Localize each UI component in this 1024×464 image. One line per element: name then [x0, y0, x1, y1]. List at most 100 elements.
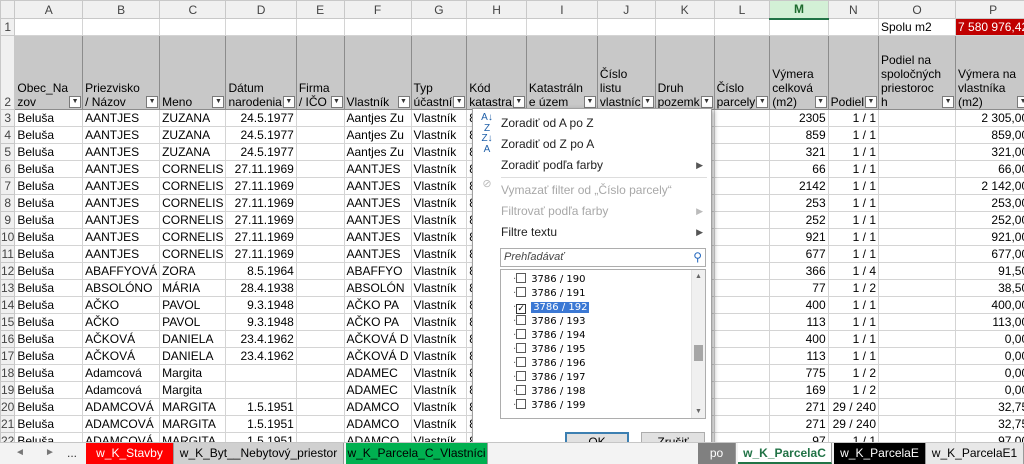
cell[interactable]: 321 — [769, 143, 829, 161]
cell[interactable]: ABSOLÓN — [343, 279, 412, 297]
checkbox-icon[interactable] — [516, 343, 527, 353]
cell[interactable]: Beluša — [14, 415, 84, 433]
cell[interactable]: Vlastník — [410, 126, 468, 144]
cell[interactable]: 0,00 — [955, 347, 1024, 365]
cell[interactable]: 32,75 — [955, 415, 1024, 433]
cell[interactable] — [877, 160, 957, 178]
cell[interactable]: MÁRIA — [159, 279, 227, 297]
cell[interactable]: AANTJES — [343, 211, 412, 229]
column-header-i[interactable]: I — [525, 0, 598, 19]
checkbox-icon[interactable] — [516, 357, 527, 367]
cell[interactable]: Vlastník — [410, 415, 468, 433]
cell[interactable]: AANTJES — [343, 245, 412, 263]
cell[interactable]: Vlastník — [410, 262, 468, 280]
cell[interactable]: 0,00 — [955, 330, 1024, 348]
cell[interactable]: Beluša — [14, 194, 84, 212]
header-cell[interactable]: Podiel ▼ — [827, 35, 880, 110]
cell[interactable]: ADAMCOVÁ — [82, 398, 161, 416]
cell[interactable]: Vlastník — [410, 432, 468, 442]
column-header-j[interactable]: J — [596, 0, 656, 19]
filter-value-item[interactable]: · 3786 / 199 — [513, 398, 585, 414]
cell[interactable]: 27.11.1969 — [225, 160, 297, 178]
next-sheet-icon[interactable]: ► — [40, 443, 60, 464]
cell[interactable]: Vlastník — [410, 211, 468, 229]
cell[interactable] — [295, 415, 345, 433]
column-header-l[interactable]: L — [713, 0, 771, 19]
row-header[interactable]: 18 — [0, 364, 16, 382]
cell[interactable]: Vlastník — [410, 228, 468, 246]
cell[interactable]: 1 / 1 — [827, 160, 880, 178]
cell[interactable]: AANTJES — [82, 245, 161, 263]
cell[interactable] — [827, 18, 880, 36]
cell[interactable]: Beluša — [14, 432, 84, 442]
cell[interactable]: MARGITA — [159, 415, 227, 433]
cell[interactable] — [713, 262, 771, 280]
filter-dropdown-icon[interactable]: ▼ — [700, 96, 713, 108]
cell[interactable] — [295, 228, 345, 246]
checkbox-icon[interactable] — [516, 399, 527, 409]
cell[interactable] — [877, 364, 957, 382]
column-header-a[interactable]: A — [14, 0, 84, 19]
column-header-m[interactable]: M — [769, 0, 829, 20]
column-header-b[interactable]: B — [82, 0, 161, 19]
cell[interactable]: Beluša — [14, 211, 84, 229]
checkbox-icon[interactable] — [516, 371, 527, 381]
row-header[interactable]: 19 — [0, 381, 16, 399]
cell[interactable]: ADAMEC — [343, 381, 412, 399]
cell[interactable] — [877, 296, 957, 314]
cell[interactable]: 400,00 — [955, 296, 1024, 314]
cell[interactable]: 8.5.1964 — [225, 262, 297, 280]
row-header[interactable]: 1 — [0, 18, 16, 36]
cell[interactable]: 38,50 — [955, 279, 1024, 297]
cell[interactable] — [713, 245, 771, 263]
cell[interactable]: ADAMEC — [343, 364, 412, 382]
cell[interactable]: 1 / 1 — [827, 228, 880, 246]
cell[interactable]: CORNELIS — [159, 177, 227, 195]
cell[interactable]: 1 / 1 — [827, 109, 880, 127]
sheet-tab[interactable]: w_K_ParcelaE — [834, 443, 926, 464]
filter-dropdown-icon[interactable]: ▼ — [453, 96, 466, 108]
cell[interactable]: 677,00 — [955, 245, 1024, 263]
cell[interactable]: 252 — [769, 211, 829, 229]
cell[interactable]: AČKOVÁ D — [343, 347, 412, 365]
cell[interactable]: MARGITA — [159, 398, 227, 416]
cell[interactable]: Beluša — [14, 398, 84, 416]
cell[interactable]: 97 — [769, 432, 829, 442]
cell[interactable]: 921 — [769, 228, 829, 246]
cell[interactable] — [877, 415, 957, 433]
header-cell[interactable]: Číslo listu vlastníc ▼ — [596, 35, 656, 110]
cell[interactable]: Beluša — [14, 296, 84, 314]
cell[interactable]: ABAFFYOVÁ — [82, 262, 161, 280]
cell[interactable]: AČKO PA — [343, 296, 412, 314]
cell[interactable]: 859 — [769, 126, 829, 144]
cell[interactable] — [877, 228, 957, 246]
cell[interactable]: PAVOL — [159, 313, 227, 331]
cell[interactable] — [343, 18, 412, 36]
cell[interactable] — [295, 432, 345, 442]
list-scrollbar[interactable]: ▲ ▼ — [691, 270, 705, 418]
cell[interactable]: 91,50 — [955, 262, 1024, 280]
cell[interactable]: 271 — [769, 415, 829, 433]
row-header[interactable]: 4 — [0, 126, 16, 144]
cell[interactable] — [877, 313, 957, 331]
checkbox-icon[interactable] — [516, 385, 527, 395]
cell[interactable] — [295, 211, 345, 229]
cell[interactable]: Vlastník — [410, 313, 468, 331]
cell[interactable]: ZUZANA — [159, 126, 227, 144]
cell[interactable] — [295, 398, 345, 416]
cell[interactable]: Vlastník — [410, 279, 468, 297]
cell[interactable]: ADAMCOVÁ — [82, 415, 161, 433]
cell[interactable]: 23.4.1962 — [225, 347, 297, 365]
cell[interactable]: CORNELIS — [159, 228, 227, 246]
cell[interactable]: AANTJES — [343, 228, 412, 246]
cell[interactable]: AANTJES — [82, 109, 161, 127]
cell[interactable]: 169 — [769, 381, 829, 399]
cell[interactable] — [713, 330, 771, 348]
cell[interactable] — [295, 381, 345, 399]
cell[interactable] — [525, 18, 598, 36]
cell[interactable]: AČKOVÁ D — [343, 330, 412, 348]
cell[interactable]: 2305 — [769, 109, 829, 127]
cell[interactable] — [295, 143, 345, 161]
cell[interactable]: 66,00 — [955, 160, 1024, 178]
cell[interactable]: 32,75 — [955, 398, 1024, 416]
